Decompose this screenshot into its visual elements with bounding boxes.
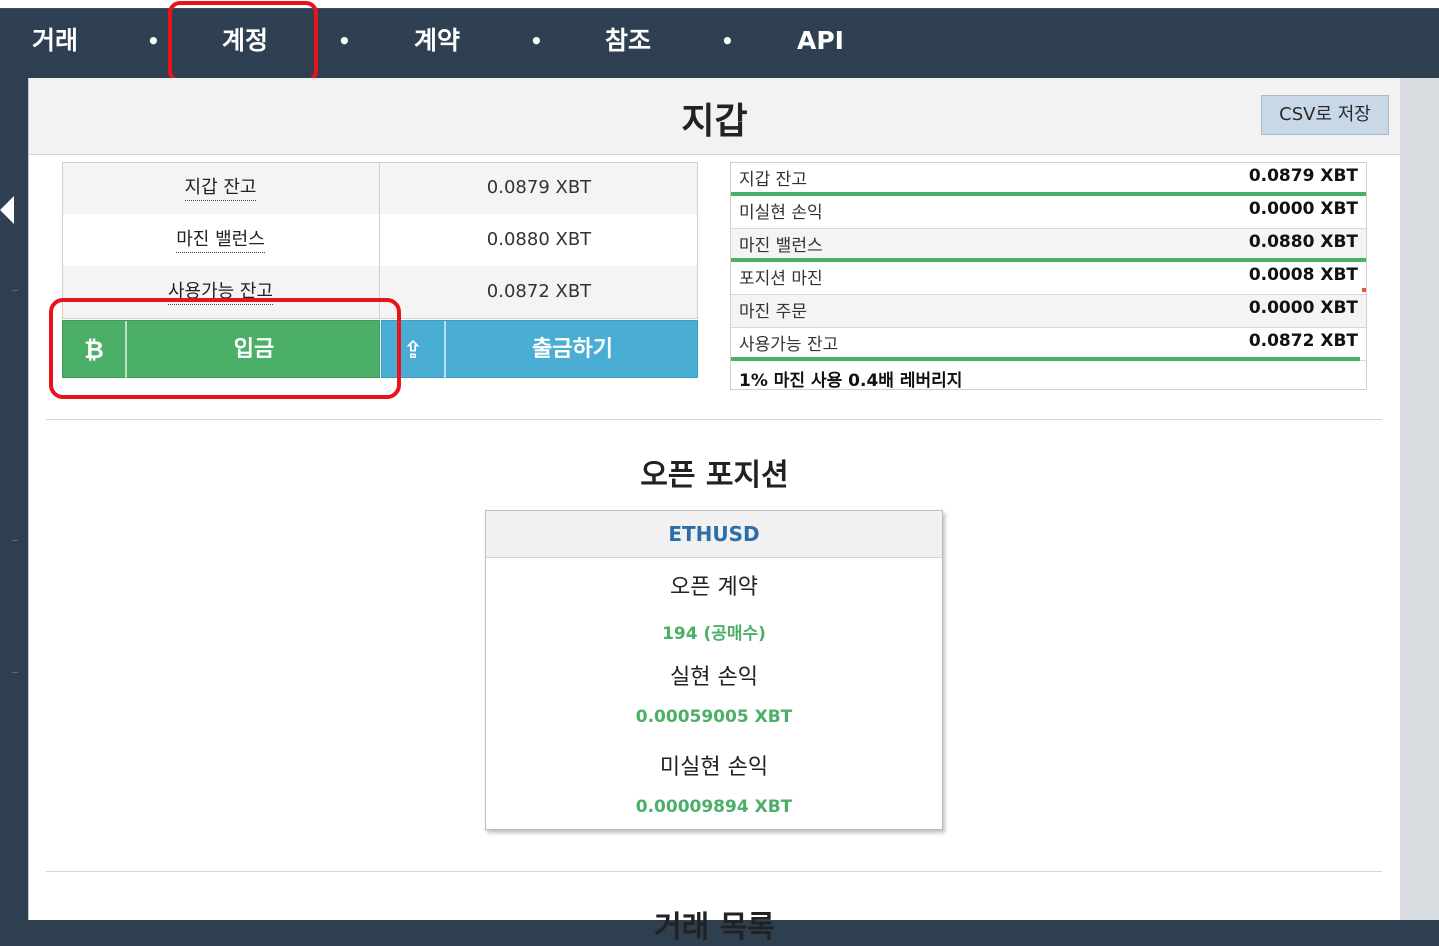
nav-item-trade[interactable]: 거래 xyxy=(32,9,78,73)
realized-pnl-value: 0.00059005 XBT xyxy=(635,707,793,727)
summary-label: 마진 밸런스 xyxy=(739,236,823,256)
available-balance-value: 0.0872 XBT xyxy=(486,281,592,302)
summary-label: 마진 주문 xyxy=(739,302,807,322)
panel-header: 지갑 CSV로 저장 xyxy=(29,78,1400,155)
summary-value: 0.0008 XBT xyxy=(1248,265,1358,285)
summary-value: 0.0880 XBT xyxy=(1248,232,1358,252)
summary-row: 지갑 잔고 0.0879 XBT xyxy=(731,163,1366,196)
unrealized-pnl-value: 0.00009894 XBT xyxy=(635,797,793,817)
open-contracts-label: 오픈 계약 xyxy=(670,575,758,600)
margin-balance-label[interactable]: 마진 밸런스 xyxy=(176,229,265,253)
nav-item-api[interactable]: API xyxy=(797,9,844,73)
summary-row: 미실현 손익 0.0000 XBT xyxy=(731,196,1366,229)
left-rail xyxy=(0,72,18,920)
summary-label: 지갑 잔고 xyxy=(739,170,807,190)
page-title: 지갑 xyxy=(681,101,748,142)
position-symbol[interactable]: ETHUSD xyxy=(486,511,942,558)
margin-balance-value: 0.0880 XBT xyxy=(486,229,592,250)
section-divider xyxy=(46,419,1382,420)
nav-separator: • xyxy=(721,29,734,53)
wallet-panel: 지갑 CSV로 저장 지갑 잔고 0.0879 XBT 마진 밸런스 0.088… xyxy=(28,78,1400,945)
rail-divider xyxy=(12,672,18,673)
summary-row: 마진 밸런스 0.0880 XBT xyxy=(731,229,1366,262)
summary-label: 미실현 손익 xyxy=(739,203,823,223)
nav-separator: • xyxy=(147,29,160,53)
wallet-row-label: 마진 밸런스 xyxy=(62,214,380,266)
withdraw-button[interactable]: ⇪ 출금하기 xyxy=(381,320,698,379)
trade-history-title: 거래 목록 xyxy=(654,910,775,945)
summary-value: 0.0872 XBT xyxy=(1248,331,1358,351)
nav-item-reference[interactable]: 참조 xyxy=(605,9,651,73)
save-csv-button[interactable]: CSV로 저장 xyxy=(1261,95,1389,135)
wallet-summary: 지갑 잔고 0.0879 XBT 미실현 손익 0.0000 XBT 마진 밸런… xyxy=(730,162,1367,391)
withdraw-label: 출금하기 xyxy=(532,337,613,362)
position-margin-marker xyxy=(1362,288,1366,292)
position-card: ETHUSD 오픈 계약 194 (공매수) 실현 손익 0.00059005 … xyxy=(485,510,943,830)
summary-value: 0.0000 XBT xyxy=(1248,298,1358,318)
rail-divider xyxy=(12,290,18,291)
nav-separator: • xyxy=(338,29,351,53)
summary-value: 0.0000 XBT xyxy=(1248,199,1358,219)
summary-label: 사용가능 잔고 xyxy=(739,335,839,355)
summary-row: 포지션 마진 0.0008 XBT xyxy=(731,262,1366,295)
section-divider xyxy=(46,871,1382,872)
wallet-balance-label[interactable]: 지갑 잔고 xyxy=(184,177,257,201)
collapse-arrow-icon[interactable] xyxy=(0,196,14,224)
nav-account-highlight xyxy=(168,1,318,83)
nav-separator: • xyxy=(530,29,543,53)
summary-bar xyxy=(731,357,1360,361)
right-margin xyxy=(1399,78,1439,920)
wallet-row-balance: 지갑 잔고 0.0879 XBT xyxy=(62,162,698,214)
wallet-row-margin: 마진 밸런스 0.0880 XBT xyxy=(62,214,698,266)
summary-row: 사용가능 잔고 0.0872 XBT xyxy=(731,328,1366,361)
open-positions-title: 오픈 포지션 xyxy=(640,458,789,493)
unrealized-pnl-label: 미실현 손익 xyxy=(659,755,769,780)
summary-row: 마진 주문 0.0000 XBT xyxy=(731,295,1366,328)
summary-label: 포지션 마진 xyxy=(739,269,823,289)
rail-divider xyxy=(12,540,18,541)
summary-value: 0.0879 XBT xyxy=(1248,166,1358,186)
wallet-row-label: 지갑 잔고 xyxy=(62,162,380,214)
wallet-balance-value: 0.0879 XBT xyxy=(486,177,592,198)
leverage-summary: 1% 마진 사용 0.4배 레버리지 xyxy=(739,371,963,391)
realized-pnl-label: 실현 손익 xyxy=(670,665,758,690)
open-contracts-value: 194 (공매수) xyxy=(662,624,766,644)
deposit-highlight xyxy=(49,298,401,399)
nav-item-contracts[interactable]: 계약 xyxy=(414,9,460,73)
